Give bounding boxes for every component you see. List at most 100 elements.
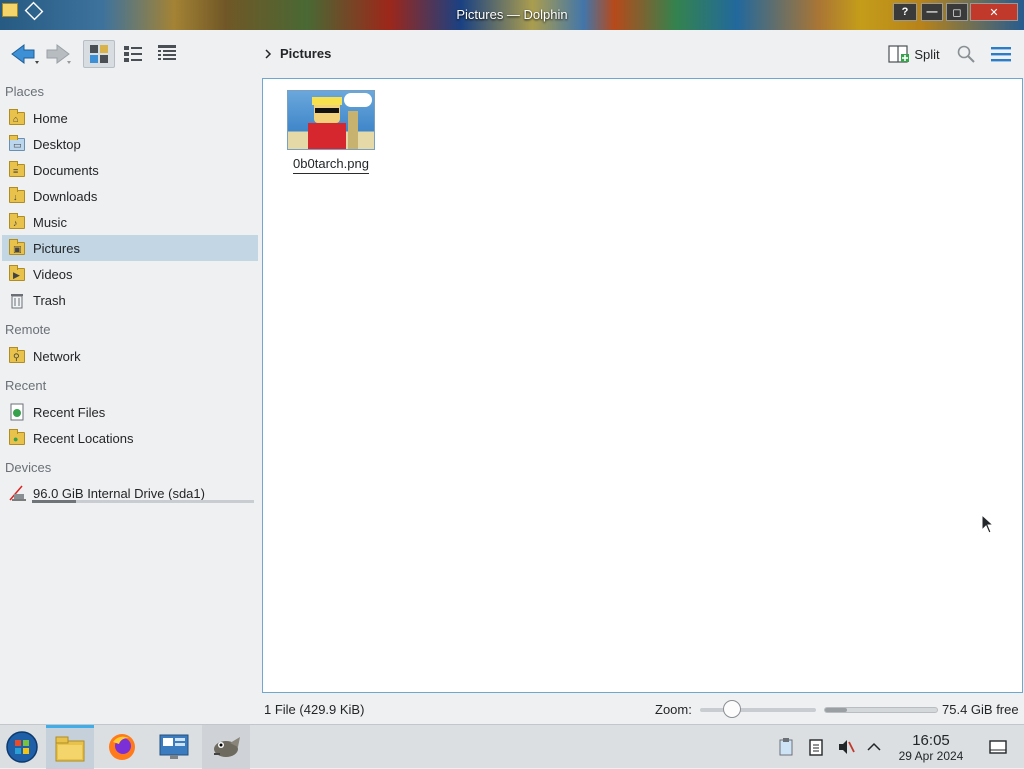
view-icons-icon	[90, 45, 108, 63]
free-space-label: 75.4 GiB free	[942, 702, 1019, 717]
main-toolbar: Pictures Split	[0, 30, 1024, 78]
sidebar-item-label: Home	[33, 110, 68, 126]
recent-locations-icon: ●	[8, 429, 26, 447]
volume-muted-icon[interactable]	[836, 737, 856, 757]
sidebar-item-network[interactable]: ⚲ Network	[2, 343, 258, 369]
sidebar-item-recent-locations[interactable]: ● Recent Locations	[2, 425, 258, 451]
show-desktop-icon[interactable]	[988, 737, 1008, 757]
sidebar-item-label: Documents	[33, 162, 99, 178]
sidebar-item-label: Pictures	[33, 240, 80, 256]
view-compact-icon	[124, 46, 142, 62]
window-titlebar[interactable]: Pictures — Dolphin ? — ◻ ✕	[0, 0, 1024, 30]
hamburger-menu-button[interactable]	[986, 40, 1016, 68]
desktop-folder-icon: ▭	[8, 135, 26, 153]
sidebar-item-label: 96.0 GiB Internal Drive (sda1)	[33, 485, 205, 501]
window-title: Pictures — Dolphin	[456, 7, 568, 22]
section-header-devices: Devices	[5, 460, 52, 475]
file-name[interactable]: 0b0tarch.png	[293, 156, 369, 174]
start-menu-icon	[6, 731, 38, 763]
sidebar-item-music[interactable]: ♪ Music	[2, 209, 258, 235]
show-hidden-tray-icon[interactable]	[864, 737, 884, 757]
split-view-icon	[888, 45, 910, 63]
sidebar-item-label: Network	[33, 348, 81, 364]
taskbar-gimp[interactable]	[202, 725, 250, 769]
split-button[interactable]: Split	[886, 40, 942, 68]
network-folder-icon: ⚲	[8, 347, 26, 365]
view-details-icon	[158, 45, 176, 60]
sidebar-item-downloads[interactable]: ↓ Downloads	[2, 183, 258, 209]
free-space-fill	[825, 708, 848, 712]
status-summary: 1 File (429.9 KiB)	[264, 702, 365, 717]
hamburger-menu-icon	[991, 47, 1011, 62]
clock-date: 29 Apr 2024	[898, 749, 964, 763]
sidebar-item-label: Desktop	[33, 136, 81, 152]
taskbar-firefox[interactable]	[98, 725, 146, 769]
sidebar-item-desktop[interactable]: ▭ Desktop	[2, 131, 258, 157]
zoom-slider-track[interactable]	[700, 708, 816, 712]
maximize-button[interactable]: ◻	[946, 3, 968, 21]
breadcrumb[interactable]: Pictures	[264, 46, 331, 61]
documents-folder-icon: ≡	[8, 161, 26, 179]
search-button[interactable]	[953, 40, 979, 68]
file-view[interactable]: 0b0tarch.png	[262, 78, 1023, 693]
close-button[interactable]: ✕	[970, 3, 1018, 21]
zoom-label: Zoom:	[655, 702, 692, 717]
zoom-slider-handle[interactable]	[723, 700, 742, 718]
breadcrumb-current[interactable]: Pictures	[280, 46, 331, 61]
sidebar-item-documents[interactable]: ≡ Documents	[2, 157, 258, 183]
digital-clock[interactable]: 16:05 29 Apr 2024	[888, 732, 974, 764]
sidebar-item-label: Trash	[33, 292, 66, 308]
drive-icon	[8, 484, 26, 502]
pictures-folder-icon: ▣	[8, 239, 26, 257]
sidebar-item-home[interactable]: ⌂ Home	[2, 105, 258, 131]
music-folder-icon: ♪	[8, 213, 26, 231]
videos-folder-icon: ▶	[8, 265, 26, 283]
section-header-remote: Remote	[5, 322, 51, 337]
sidebar-item-label: Music	[33, 214, 67, 230]
file-item[interactable]: 0b0tarch.png	[286, 90, 376, 174]
home-folder-icon: ⌂	[8, 109, 26, 127]
details-view-button[interactable]	[152, 40, 182, 68]
notes-tray-icon[interactable]	[806, 737, 826, 757]
sidebar-item-trash[interactable]: Trash	[2, 287, 258, 313]
clock-time: 16:05	[912, 732, 950, 749]
chevron-right-icon	[265, 48, 272, 59]
section-header-places: Places	[5, 84, 45, 99]
drive-usage-bar	[32, 500, 254, 503]
sidebar-item-pictures[interactable]: ▣ Pictures	[2, 235, 258, 261]
sidebar-item-recent-files[interactable]: Recent Files	[2, 399, 258, 425]
start-menu-button[interactable]	[0, 725, 44, 769]
sidebar-item-videos[interactable]: ▶ Videos	[2, 261, 258, 287]
sidebar-item-label: Videos	[33, 266, 73, 282]
clipboard-tray-icon[interactable]	[776, 737, 796, 757]
help-button[interactable]: ?	[893, 3, 917, 21]
drive-usage-fill	[32, 500, 77, 503]
sidebar-item-label: Recent Files	[33, 404, 106, 420]
minimize-button[interactable]: —	[921, 3, 943, 21]
mouse-cursor-icon	[981, 514, 995, 534]
taskbar: 16:05 29 Apr 2024	[0, 724, 1024, 769]
sidebar-item-label: Downloads	[33, 188, 98, 204]
status-bar: 1 File (429.9 KiB) Zoom: 75.4 GiB free	[262, 697, 1024, 721]
compact-view-button[interactable]	[118, 40, 148, 68]
split-label: Split	[914, 46, 940, 62]
image-thumbnail[interactable]	[287, 90, 375, 150]
system-monitor-icon	[159, 734, 189, 759]
taskbar-system-monitor[interactable]	[150, 725, 198, 769]
icons-view-button[interactable]	[83, 40, 115, 68]
free-space-bar	[824, 707, 938, 713]
downloads-folder-icon: ↓	[8, 187, 26, 205]
gimp-icon	[214, 737, 240, 757]
dolphin-icon	[55, 736, 85, 761]
back-button[interactable]	[8, 40, 42, 68]
sidebar-item-label: Recent Locations	[33, 430, 134, 446]
search-icon	[957, 45, 975, 63]
firefox-icon	[109, 734, 135, 760]
taskbar-dolphin[interactable]	[46, 725, 94, 769]
trash-icon	[8, 291, 26, 309]
arrow-left-icon	[11, 44, 39, 64]
arrow-right-icon	[46, 44, 71, 64]
recent-files-icon	[8, 403, 26, 421]
forward-button[interactable]	[44, 40, 74, 68]
section-header-recent: Recent	[5, 378, 47, 393]
